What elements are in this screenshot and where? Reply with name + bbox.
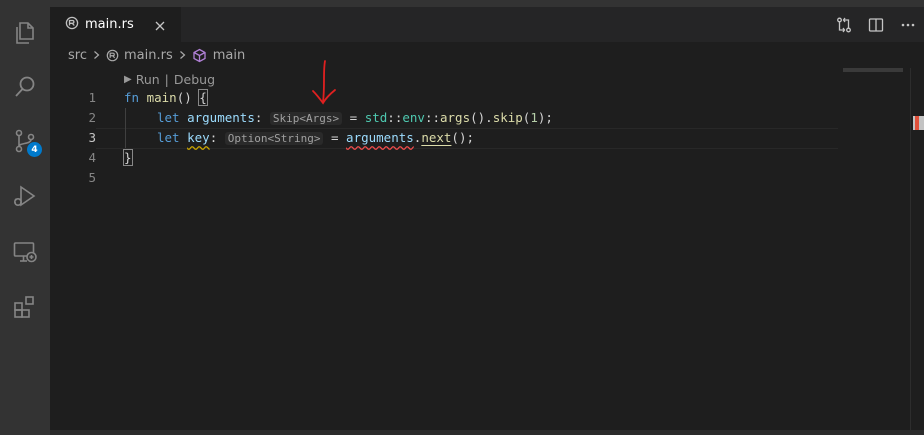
tab-bar: main.rs [50, 7, 924, 42]
chevron-right-icon [178, 50, 187, 60]
line-number: 4 [88, 150, 96, 165]
breadcrumb: src main.rs main [50, 42, 924, 68]
codelens-run[interactable]: Run [136, 72, 160, 87]
rust-file-icon [106, 49, 119, 62]
token-keyword: fn [124, 90, 140, 105]
close-icon[interactable] [153, 18, 167, 32]
activity-remote-explorer[interactable] [0, 228, 50, 276]
rust-file-icon [65, 15, 79, 34]
token-keyword: let [157, 130, 180, 145]
source-control-badge: 4 [27, 142, 42, 157]
token-namespace: std [364, 110, 388, 125]
token-variable: key [187, 130, 210, 145]
token-function: main [146, 90, 177, 105]
minimap[interactable] [843, 68, 903, 72]
token-variable: arguments [346, 130, 414, 145]
play-icon: ▶ [124, 73, 132, 85]
code-line[interactable]: fn main() { [124, 88, 208, 108]
codelens-separator: | [164, 71, 169, 87]
breadcrumb-file-label: main.rs [123, 47, 173, 63]
token-brace: { [198, 89, 208, 106]
breadcrumb-item-symbol[interactable]: main [192, 48, 245, 63]
inlay-type-hint: Skip<Args> [269, 112, 343, 125]
token-punct: = [342, 110, 365, 125]
activity-bar: 4 [0, 7, 50, 435]
breadcrumb-item-src[interactable]: src [68, 48, 87, 63]
token-punct: () [176, 90, 200, 105]
indent-guide [125, 108, 126, 148]
token-keyword: let [157, 110, 180, 125]
code-lens: ▶ Run | Debug [124, 70, 215, 88]
activity-explorer[interactable] [0, 9, 50, 57]
token-number: 1 [530, 110, 538, 125]
activity-extensions[interactable] [0, 283, 50, 331]
error-marker [915, 116, 919, 130]
token-punct: (). [470, 110, 493, 125]
token-colon: : [209, 130, 218, 145]
breadcrumb-symbol-label: main [212, 47, 246, 63]
window-top-strip [0, 0, 924, 7]
more-actions-icon[interactable] [892, 7, 924, 42]
editor-actions [828, 7, 924, 42]
split-editor-icon[interactable] [860, 7, 892, 42]
line-number: 5 [88, 170, 96, 185]
inlay-type-hint: Option<String> [224, 132, 324, 145]
tab-label: main.rs [85, 17, 134, 32]
code-line[interactable]: let arguments: Skip<Args> = std::env::ar… [157, 108, 553, 128]
token-namespace: env [402, 110, 425, 125]
annotation-arrow-icon [312, 60, 336, 105]
activity-search[interactable] [0, 63, 50, 111]
token-brace: } [123, 149, 133, 166]
open-changes-icon[interactable] [828, 7, 860, 42]
token-punct: = [323, 130, 347, 145]
chevron-right-icon [92, 50, 101, 60]
activity-source-control[interactable]: 4 [0, 117, 50, 165]
token-function: skip [492, 110, 523, 125]
run-debug-icon [12, 183, 38, 209]
breadcrumb-item-file[interactable]: main.rs [106, 48, 173, 63]
token-variable: arguments [187, 110, 255, 125]
line-number: 1 [88, 90, 96, 105]
token-punct: :: [424, 110, 440, 125]
horizontal-scrollbar[interactable] [50, 430, 924, 435]
token-function: next [421, 130, 452, 145]
activity-run-debug[interactable] [0, 172, 50, 220]
explorer-icon [12, 20, 38, 46]
extensions-icon [12, 294, 38, 320]
codelens-debug[interactable]: Debug [174, 72, 215, 87]
line-number: 2 [88, 110, 96, 125]
code-line[interactable]: } [123, 148, 133, 168]
token-punct: (); [451, 130, 474, 145]
remote-explorer-icon [12, 239, 38, 265]
search-icon [12, 74, 38, 100]
line-number: 3 [88, 130, 96, 145]
cube-icon [192, 48, 207, 63]
token-function: args [440, 110, 471, 125]
token-colon: : [254, 110, 263, 125]
code-line[interactable]: let key: Option<String> = arguments.next… [157, 128, 474, 148]
token-punct: ); [537, 110, 553, 125]
tab-main-rs[interactable]: main.rs [50, 7, 181, 42]
token-punct: :: [387, 110, 403, 125]
